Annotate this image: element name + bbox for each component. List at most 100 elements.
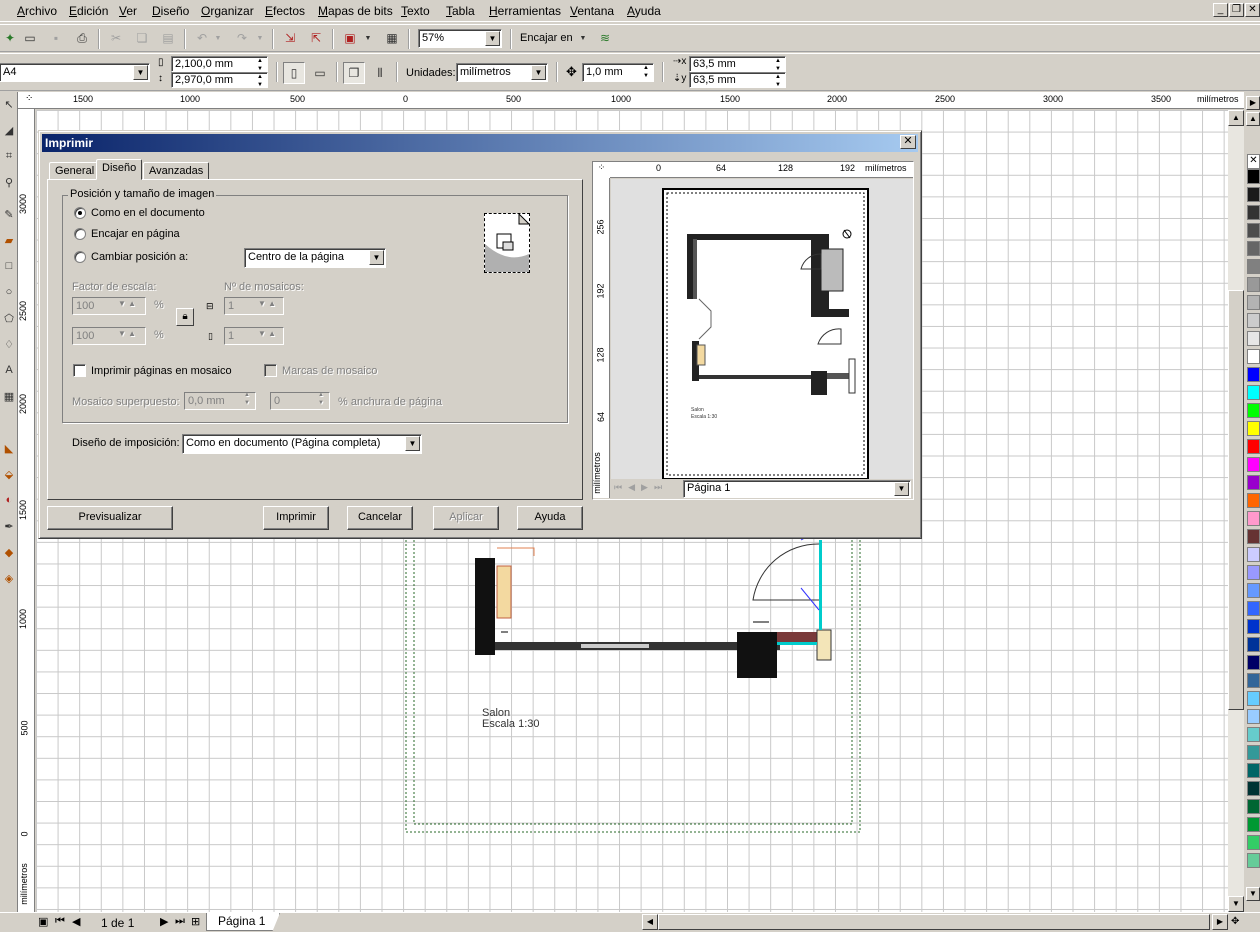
color-swatch[interactable]: [1247, 295, 1260, 310]
paper-size-combo[interactable]: A4 ▼: [0, 63, 150, 82]
cancel-button[interactable]: Cancelar: [347, 506, 413, 530]
next-page-icon[interactable]: ▶: [160, 915, 168, 928]
previous-page-icon[interactable]: ◀: [72, 915, 80, 928]
all-pages-icon[interactable]: ❐: [343, 62, 365, 84]
scale-x-spin-icon[interactable]: ▼ ▲: [118, 299, 136, 308]
export-icon[interactable]: ⇱: [306, 28, 326, 48]
reposition-select[interactable]: Centro de la página ▼: [244, 248, 386, 268]
color-swatch[interactable]: [1247, 223, 1260, 238]
menu-mapas-de-bits[interactable]: Mapas de bits: [318, 4, 393, 18]
duplicate-x-field[interactable]: 63,5 mm ▲ ▼: [689, 56, 786, 72]
color-swatch[interactable]: [1247, 781, 1260, 796]
lock-aspect-icon[interactable]: 🔒︎: [176, 308, 194, 326]
color-swatch[interactable]: [1247, 763, 1260, 778]
last-page-icon[interactable]: ⏭: [175, 915, 185, 928]
menu-tabla[interactable]: Tabla: [446, 4, 475, 18]
color-swatch[interactable]: [1247, 817, 1260, 832]
color-swatch[interactable]: [1247, 421, 1260, 436]
color-swatch[interactable]: [1247, 565, 1260, 580]
scroll-left-icon[interactable]: ◀: [642, 914, 658, 930]
no-color-swatch[interactable]: ✕: [1247, 154, 1260, 169]
color-swatch[interactable]: [1247, 187, 1260, 202]
navigator-icon[interactable]: ✥: [1231, 916, 1239, 927]
zoom-level-combo[interactable]: 57% ▼: [418, 29, 502, 48]
spin-arrows-icon[interactable]: ▲ ▼: [772, 73, 784, 87]
color-swatch[interactable]: [1247, 277, 1260, 292]
color-swatch[interactable]: [1247, 853, 1260, 868]
zoom-tool-icon[interactable]: ⚲: [1, 176, 17, 194]
ruler-origin-icon[interactable]: ⁘: [25, 93, 33, 104]
tile-pages-checkbox[interactable]: [73, 364, 86, 377]
overlap-mm-spin-icon[interactable]: ▲ ▼: [244, 391, 250, 407]
scroll-up-icon[interactable]: ▲: [1228, 110, 1244, 126]
horizontal-ruler[interactable]: ⁘ 1500 1000 500 0 500 1000 1500 2000 250…: [18, 92, 1246, 109]
snap-to-label[interactable]: Encajar en: [520, 32, 573, 44]
radio-fit-page[interactable]: [74, 228, 86, 240]
overlap-pct-spin-icon[interactable]: ▲ ▼: [318, 391, 324, 407]
color-swatch[interactable]: [1247, 709, 1260, 724]
print-button[interactable]: Imprimir: [263, 506, 329, 530]
first-page-icon[interactable]: ⏮: [55, 915, 65, 928]
spin-arrows-icon[interactable]: ▲ ▼: [640, 64, 652, 81]
horizontal-scroll-thumb[interactable]: [658, 914, 1210, 930]
spin-arrows-icon[interactable]: ▲ ▼: [254, 57, 266, 71]
preview-area[interactable]: Salon Escala 1:30: [611, 179, 913, 480]
page-tab[interactable]: Página 1: [206, 913, 280, 931]
spin-arrows-icon[interactable]: ▲ ▼: [254, 73, 266, 87]
fill-bucket-icon[interactable]: ◆: [1, 546, 17, 564]
color-swatch[interactable]: [1247, 349, 1260, 364]
interactive-fill-icon[interactable]: ◣: [1, 442, 17, 460]
tab-avanzadas[interactable]: Avanzadas: [143, 162, 210, 180]
color-swatch[interactable]: [1247, 529, 1260, 544]
imposition-select[interactable]: Como en documento (Página completa) ▼: [182, 434, 422, 454]
scale-y-spin-icon[interactable]: ▼ ▲: [118, 329, 136, 338]
scroll-right-icon[interactable]: ▶: [1212, 914, 1228, 930]
spin-arrows-icon[interactable]: ▲ ▼: [772, 57, 784, 71]
ellipse-tool-icon[interactable]: ○: [1, 286, 17, 304]
help-button[interactable]: Ayuda: [517, 506, 583, 530]
outline-pen-icon[interactable]: ✒: [1, 520, 17, 538]
scroll-thumb[interactable]: [1228, 290, 1244, 710]
radio-as-document-label[interactable]: Como en el documento: [91, 207, 205, 219]
copy-icon[interactable]: ❏: [132, 28, 152, 48]
tile-pages-label[interactable]: Imprimir páginas en mosaico: [91, 365, 232, 377]
color-swatch[interactable]: [1247, 403, 1260, 418]
color-swatch[interactable]: [1247, 799, 1260, 814]
palette-down-icon[interactable]: ▼: [1246, 887, 1260, 901]
menu-texto[interactable]: Texto: [401, 4, 430, 18]
print-icon[interactable]: ⎙: [72, 28, 92, 48]
chevron-down-icon[interactable]: ▼: [485, 31, 500, 46]
launcher-dropdown-icon[interactable]: ▼: [362, 28, 374, 48]
color-swatch[interactable]: [1247, 547, 1260, 562]
color-swatch[interactable]: [1247, 655, 1260, 670]
page-height-field[interactable]: 2,970,0 mm ▲ ▼: [171, 72, 268, 88]
undo-icon[interactable]: ↶: [192, 28, 212, 48]
menu-organizar[interactable]: Organizar: [201, 4, 254, 18]
polygon-tool-icon[interactable]: ⬠: [1, 312, 17, 330]
chevron-down-icon[interactable]: ▼: [133, 65, 148, 80]
color-swatch[interactable]: [1247, 511, 1260, 526]
color-swatch[interactable]: [1247, 619, 1260, 634]
radio-as-document[interactable]: [74, 207, 86, 219]
color-swatch[interactable]: [1247, 457, 1260, 472]
color-swatch[interactable]: [1247, 601, 1260, 616]
text-tool-icon[interactable]: A: [1, 364, 17, 382]
color-swatch[interactable]: [1247, 385, 1260, 400]
eyedropper-icon[interactable]: ⬙: [1, 468, 17, 486]
color-swatch[interactable]: [1247, 313, 1260, 328]
redo-dropdown-icon[interactable]: ▼: [254, 28, 266, 48]
dialog-close-button[interactable]: ✕: [900, 135, 916, 149]
color-swatch[interactable]: [1247, 475, 1260, 490]
chevron-down-icon[interactable]: ▼: [369, 250, 384, 265]
menu-efectos[interactable]: Efectos: [265, 4, 305, 18]
chevron-down-icon[interactable]: ▼: [531, 65, 546, 80]
color-swatch[interactable]: [1247, 259, 1260, 274]
rectangle-tool-icon[interactable]: □: [1, 260, 17, 278]
chevron-down-icon[interactable]: ▼: [405, 436, 420, 451]
color-swatch[interactable]: [1247, 169, 1260, 184]
palette-up-icon[interactable]: ▲: [1246, 112, 1260, 126]
menu-ayuda[interactable]: Ayuda: [627, 4, 661, 18]
undo-dropdown-icon[interactable]: ▼: [212, 28, 224, 48]
menu-ver[interactable]: Ver: [119, 4, 137, 18]
minimize-button[interactable]: _: [1213, 3, 1228, 17]
